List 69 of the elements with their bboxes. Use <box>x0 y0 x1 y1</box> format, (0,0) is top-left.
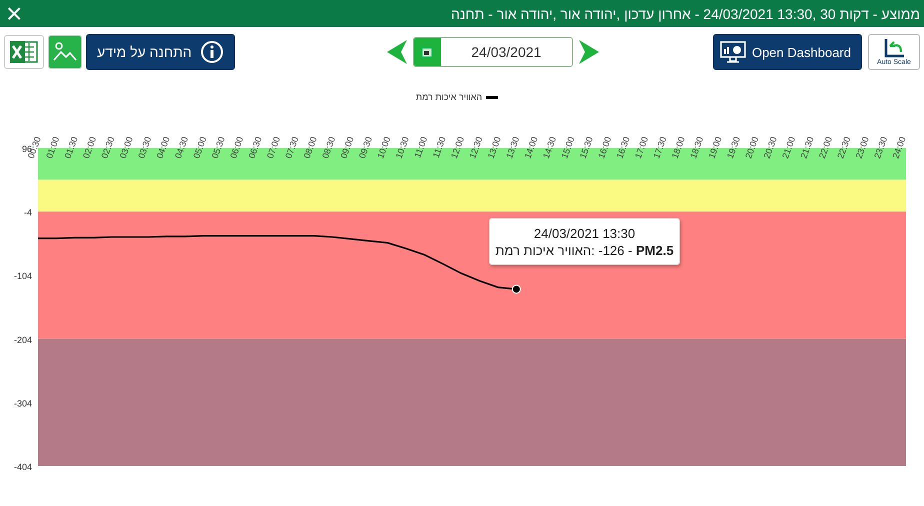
axis-label: 01:30 <box>62 135 80 160</box>
axis-label: 05:30 <box>210 135 227 160</box>
info-icon <box>200 40 224 64</box>
axis-label: 17:30 <box>651 135 668 160</box>
axis-label: 11:00 <box>412 135 430 160</box>
axis-label: 04:00 <box>154 135 172 160</box>
axis-label: 12:30 <box>467 135 484 160</box>
legend-label: רמת איכות האוויר <box>416 92 482 102</box>
calendar-icon <box>421 46 434 58</box>
axis-label: 07:00 <box>264 135 282 160</box>
axis-label: 05:00 <box>191 135 208 160</box>
axis-label: 21:00 <box>780 135 798 160</box>
axis-label: 08:30 <box>320 135 338 160</box>
axis-label: -4 <box>24 208 32 218</box>
axis-label: 13:30 <box>504 135 522 160</box>
axis-label: 18:00 <box>670 135 687 160</box>
axis-label: 19:00 <box>706 135 724 160</box>
image-export-button[interactable] <box>48 35 82 69</box>
axis-label: 03:00 <box>118 135 135 160</box>
axis-label: 06:30 <box>246 135 264 160</box>
axis-label: 22:30 <box>835 135 852 160</box>
axis-label: 10:30 <box>394 135 411 160</box>
axis-label: 17:00 <box>632 135 650 160</box>
axis-label: 13:00 <box>486 135 503 160</box>
axis-label: 01:00 <box>44 135 62 160</box>
axis-label: -204 <box>14 334 32 345</box>
axis-label: 15:30 <box>578 135 595 160</box>
axis-label: 08:00 <box>302 135 319 160</box>
axis-label: 22:00 <box>816 135 834 160</box>
axis-label: 16:00 <box>596 135 614 160</box>
tooltip-title: 24/03/2021 13:30 <box>534 226 636 240</box>
axis-label: 14:30 <box>540 135 558 160</box>
chart-axis-icon <box>882 38 905 58</box>
axis-label: 24:00 <box>890 135 908 160</box>
axis-label: 23:00 <box>854 135 871 160</box>
date-field[interactable]: 24/03/2021 <box>412 37 573 67</box>
axis-label: 03:30 <box>136 135 154 160</box>
axis-label: 10:00 <box>375 135 392 160</box>
axis-label: 15:00 <box>559 135 576 160</box>
axis-label: 16:30 <box>614 135 632 160</box>
station-info-button[interactable]: מידע על התחנה <box>86 34 235 70</box>
excel-export-button[interactable] <box>4 35 44 69</box>
axis-label: 06:00 <box>228 135 246 160</box>
axis-label: -304 <box>14 398 32 408</box>
axis-label: 02:30 <box>99 135 116 160</box>
axis-label: 19:30 <box>724 135 742 160</box>
axis-label: 14:00 <box>522 135 540 160</box>
axis-label: 12:00 <box>448 135 466 160</box>
axis-label: 21:30 <box>798 135 816 160</box>
axis-label: 07:30 <box>283 135 300 160</box>
axis-label: 23:30 <box>872 135 890 160</box>
axis-label: -404 <box>14 462 32 472</box>
axis-label: 20:00 <box>743 135 760 160</box>
previous-arrow[interactable] <box>386 39 408 65</box>
close-button[interactable]: × <box>6 2 22 26</box>
axis-label: 02:00 <box>80 135 98 160</box>
spreadsheet-icon <box>8 38 40 66</box>
data-point <box>512 284 521 294</box>
axis-label: 09:00 <box>338 135 356 160</box>
legend-swatch <box>486 96 498 98</box>
next-arrow[interactable] <box>578 39 600 65</box>
axis-label: 09:30 <box>356 135 374 160</box>
monitor-icon <box>720 40 746 64</box>
axis-label: -104 <box>14 271 32 282</box>
axis-label: 18:30 <box>688 135 706 160</box>
open-dashboard-button[interactable]: Open Dashboard <box>712 34 862 70</box>
axis-label: 04:30 <box>172 135 190 160</box>
axis-label: 11:30 <box>430 135 448 160</box>
axis-label: 20:30 <box>762 135 779 160</box>
